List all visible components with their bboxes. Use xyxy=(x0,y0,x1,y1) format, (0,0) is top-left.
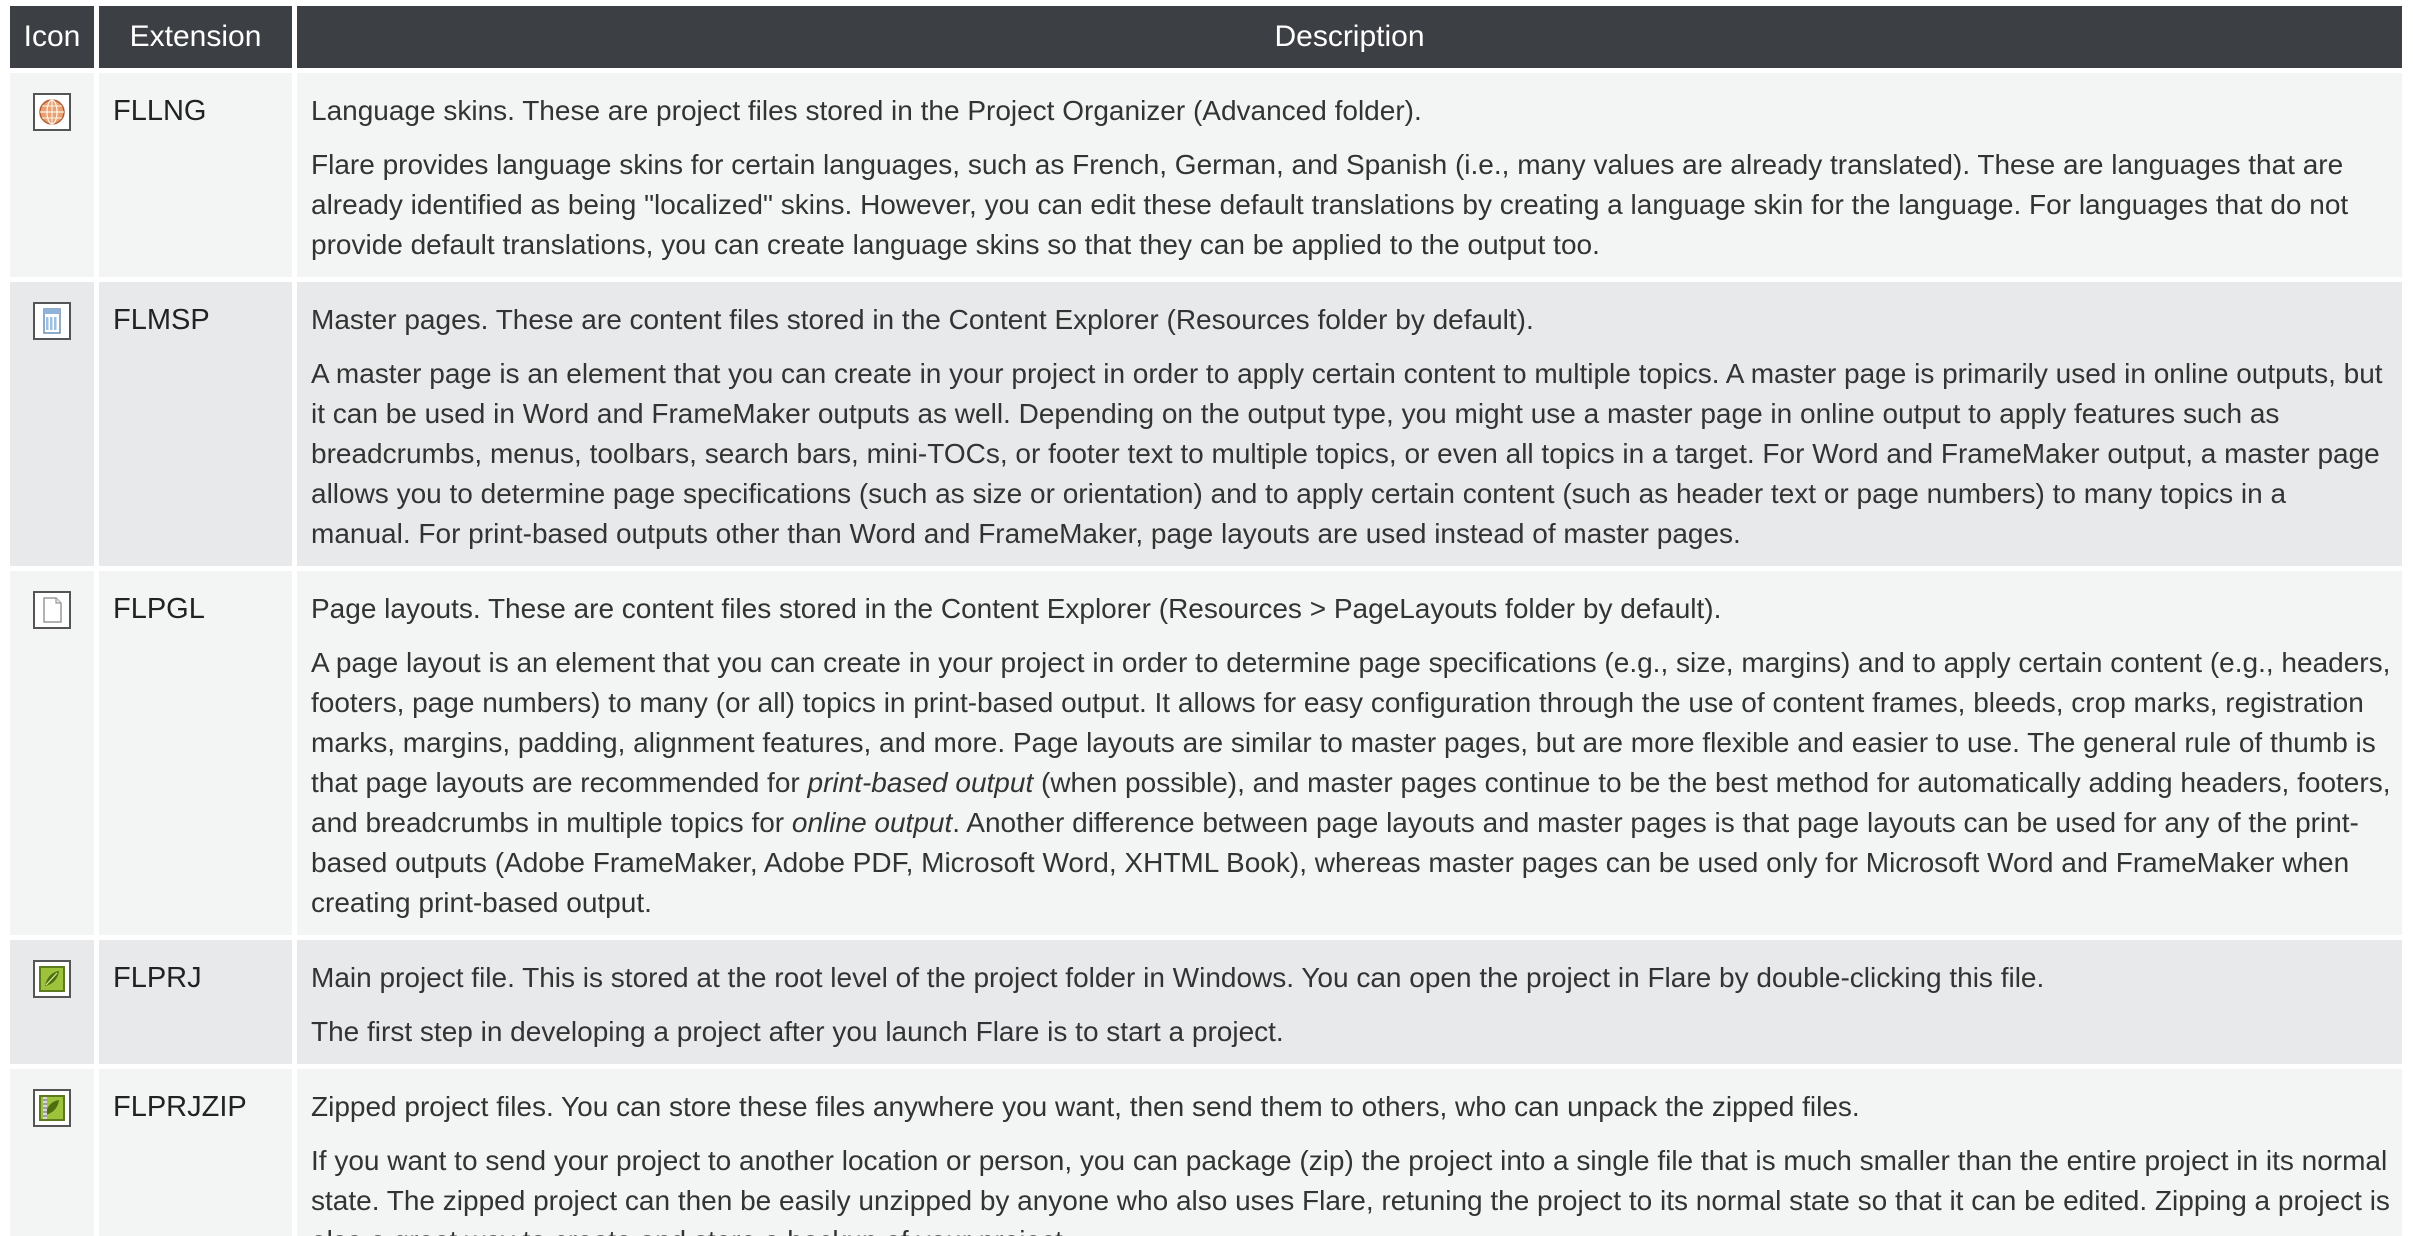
header-description: Description xyxy=(297,6,2402,68)
extension-cell: FLLNG xyxy=(99,73,292,277)
master-page-icon xyxy=(33,302,71,340)
description-cell: Main project file. This is stored at the… xyxy=(297,940,2402,1064)
description-detail: Flare provides language skins for certai… xyxy=(311,149,2349,260)
detail-emphasis: print-based output xyxy=(807,767,1034,798)
description-summary: Main project file. This is stored at the… xyxy=(311,962,2045,993)
description-summary: Page layouts. These are content files st… xyxy=(311,593,1722,624)
extension-cell: FLMSP xyxy=(99,282,292,566)
page-layout-icon xyxy=(33,591,71,629)
page: Icon Extension Description FLLNG Languag… xyxy=(0,0,2413,1236)
table-row: FLPRJZIP Zipped project files. You can s… xyxy=(10,1069,2402,1236)
description-detail: A page layout is an element that you can… xyxy=(311,643,2392,923)
file-extension-table: Icon Extension Description FLLNG Languag… xyxy=(5,1,2407,1236)
description-detail: The first step in developing a project a… xyxy=(311,1016,1284,1047)
table-row: FLPRJ Main project file. This is stored … xyxy=(10,940,2402,1064)
table-row: FLLNG Language skins. These are project … xyxy=(10,73,2402,277)
description-summary: Language skins. These are project files … xyxy=(311,95,1422,126)
detail-emphasis: online output xyxy=(791,807,953,838)
header-icon: Icon xyxy=(10,6,94,68)
table-header: Icon Extension Description xyxy=(10,6,2402,68)
icon-cell xyxy=(10,282,94,566)
globe-skin-icon xyxy=(33,93,71,131)
description-detail: If you want to send your project to anot… xyxy=(311,1145,2390,1236)
zipped-project-icon xyxy=(33,1089,71,1127)
table-row: FLMSP Master pages. These are content fi… xyxy=(10,282,2402,566)
project-file-icon xyxy=(33,960,71,998)
description-cell: Zipped project files. You can store thes… xyxy=(297,1069,2402,1236)
extension-cell: FLPRJZIP xyxy=(99,1069,292,1236)
description-cell: Master pages. These are content files st… xyxy=(297,282,2402,566)
description-cell: Page layouts. These are content files st… xyxy=(297,571,2402,935)
header-row: Icon Extension Description xyxy=(10,6,2402,68)
icon-cell xyxy=(10,940,94,1064)
description-cell: Language skins. These are project files … xyxy=(297,73,2402,277)
description-summary: Master pages. These are content files st… xyxy=(311,304,1534,335)
header-extension: Extension xyxy=(99,6,292,68)
description-detail: A master page is an element that you can… xyxy=(311,358,2383,549)
extension-cell: FLPGL xyxy=(99,571,292,935)
icon-cell xyxy=(10,571,94,935)
table-row: FLPGL Page layouts. These are content fi… xyxy=(10,571,2402,935)
extension-cell: FLPRJ xyxy=(99,940,292,1064)
icon-cell xyxy=(10,73,94,277)
icon-cell xyxy=(10,1069,94,1236)
table-body: FLLNG Language skins. These are project … xyxy=(10,73,2402,1236)
description-summary: Zipped project files. You can store thes… xyxy=(311,1091,1860,1122)
